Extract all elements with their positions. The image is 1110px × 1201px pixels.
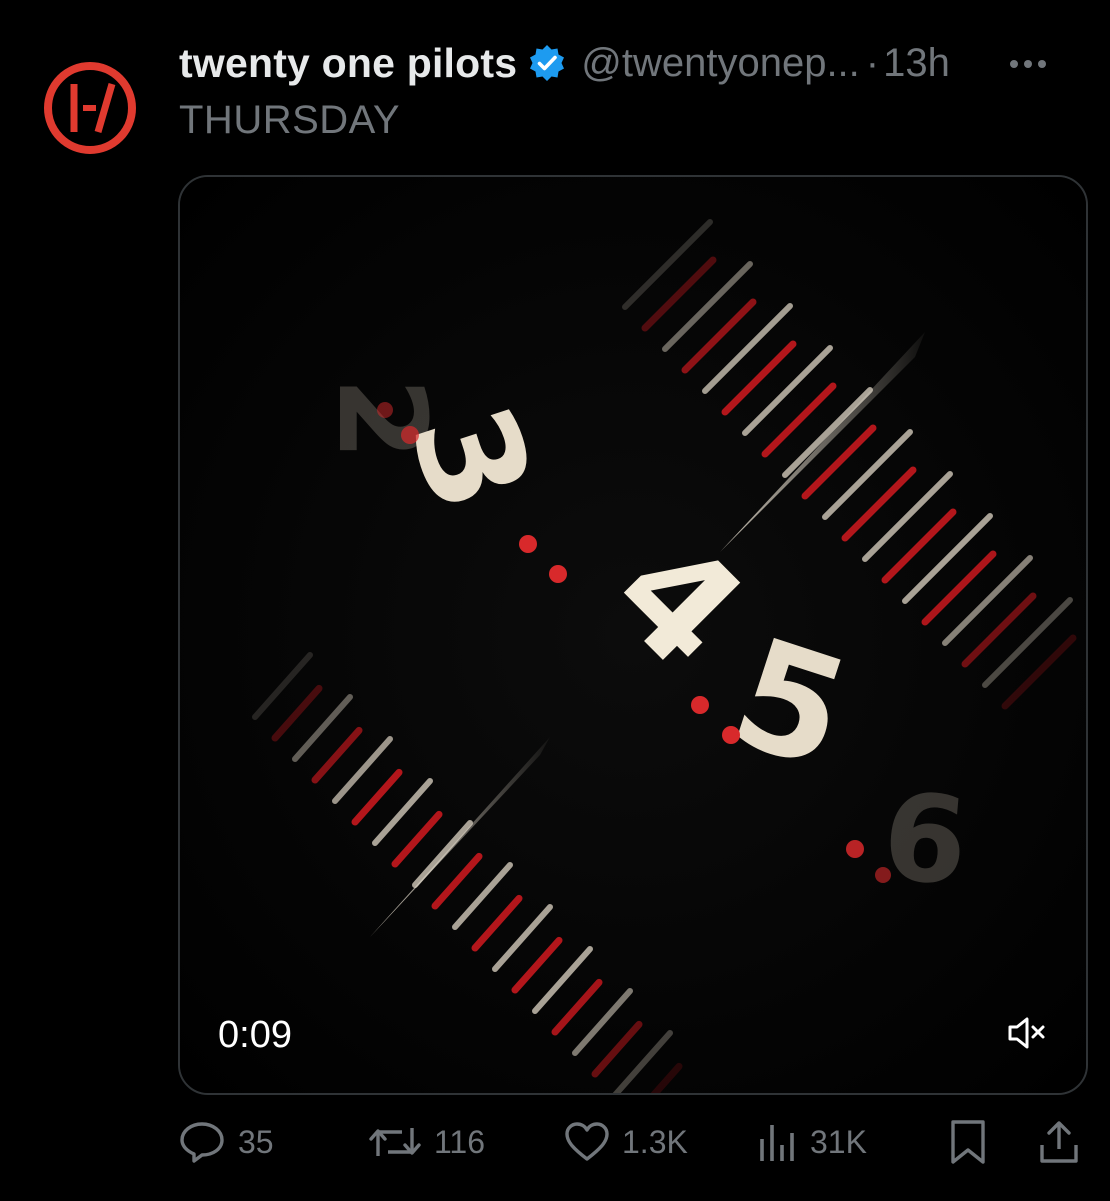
video-frame: 2 3 4 5 6 xyxy=(180,177,1086,1093)
tweet-text: THURSDAY xyxy=(179,98,401,142)
views-button[interactable]: 31K xyxy=(758,1112,867,1172)
display-name[interactable]: twenty one pilots xyxy=(179,40,517,87)
views-count: 31K xyxy=(810,1123,867,1160)
tweet-action-bar: 35 116 1.3K 31K xyxy=(178,1112,1084,1172)
like-button[interactable]: 1.3K xyxy=(564,1112,688,1172)
tweet-header: twenty one pilots @twentyonep... · 13h xyxy=(179,38,1070,88)
repost-count: 116 xyxy=(434,1123,486,1160)
timestamp[interactable]: 13h xyxy=(883,41,950,86)
user-handle[interactable]: @twentyonep... xyxy=(581,41,860,86)
bookmark-icon xyxy=(951,1120,985,1164)
twenty-one-pilots-logo-icon xyxy=(44,62,136,154)
like-count: 1.3K xyxy=(622,1123,688,1160)
video-elapsed-time: 0:09 xyxy=(218,1014,292,1056)
more-options-button[interactable] xyxy=(1006,46,1050,82)
repost-button[interactable]: 116 xyxy=(368,1112,485,1172)
views-chart-icon xyxy=(760,1125,794,1161)
verified-badge-icon xyxy=(527,43,567,83)
speaker-muted-icon xyxy=(1008,1017,1045,1049)
avatar[interactable] xyxy=(40,58,140,158)
mute-toggle-button[interactable] xyxy=(1006,1013,1050,1053)
more-options-icon xyxy=(1010,60,1046,68)
repost-icon xyxy=(369,1128,421,1156)
bookmark-button[interactable] xyxy=(948,1112,988,1172)
reply-count: 35 xyxy=(238,1123,274,1160)
heart-icon xyxy=(565,1122,609,1161)
separator-dot: · xyxy=(865,40,880,85)
share-icon xyxy=(1040,1121,1078,1163)
reply-button[interactable]: 35 xyxy=(178,1112,274,1172)
reply-icon xyxy=(180,1122,224,1163)
share-button[interactable] xyxy=(1038,1112,1080,1172)
video-player[interactable]: 2 3 4 5 6 0:09 xyxy=(178,175,1088,1095)
dial-number-6: 6 xyxy=(877,767,972,913)
